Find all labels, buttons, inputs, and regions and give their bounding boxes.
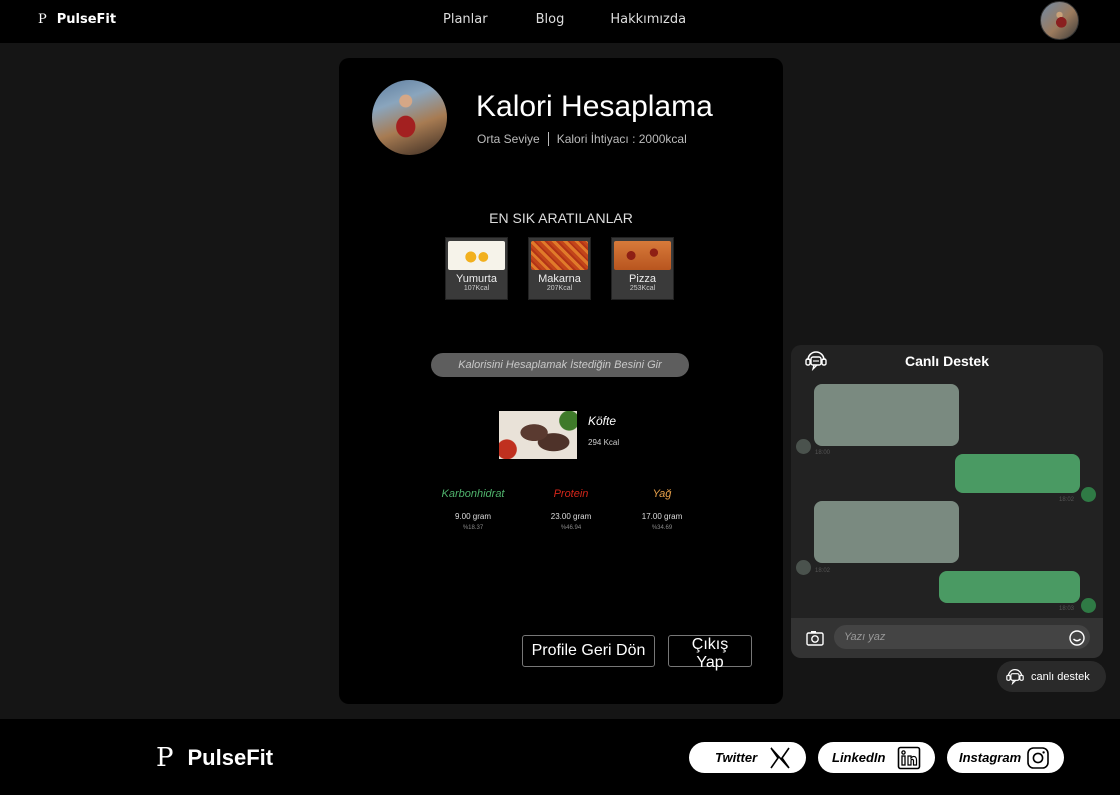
pizza-image	[614, 241, 671, 270]
food-kcal: 107Kcal	[463, 285, 490, 292]
result-food-image	[499, 411, 577, 459]
result-food-kcal: 294 Kcal	[588, 438, 620, 447]
message-time: 18:00	[815, 450, 831, 456]
pasta-image	[531, 241, 588, 270]
social-label: LinkedIn	[832, 750, 886, 765]
popular-food-makarna[interactable]: Makarna 207Kcal	[528, 237, 591, 300]
linkedin-icon	[897, 746, 921, 770]
x-logo-icon	[770, 747, 790, 769]
social-label: Twitter	[715, 750, 758, 765]
chat-message-incoming	[814, 501, 959, 563]
food-kcal: 253Kcal	[629, 285, 656, 292]
chat-input-bar	[791, 618, 1103, 658]
macro-value: 23.00 gram	[550, 512, 592, 521]
user-avatar-small	[1081, 487, 1096, 502]
social-label: Instagram	[959, 750, 1022, 765]
brand-logo: P	[38, 12, 47, 27]
chat-title: Canlı Destek	[904, 353, 990, 369]
chat-message-input[interactable]	[834, 625, 1090, 649]
top-navbar: P PulseFit Planlar Blog Hakkımızda	[0, 0, 1120, 43]
macro-name: Yağ	[652, 488, 672, 500]
popular-heading: EN SIK ARATILANLAR	[489, 210, 633, 226]
calorie-need-text: Kalori İhtiyacı : 2000kcal	[556, 132, 687, 146]
result-food-name: Köfte	[588, 414, 617, 428]
live-support-toggle-button[interactable]: canlı destek	[997, 661, 1106, 692]
main-nav: Planlar Blog Hakkımızda	[443, 12, 686, 27]
live-support-chat: Canlı Destek 18:00 18:02 18:02 18:03	[791, 345, 1103, 658]
calorie-card: Kalori Hesaplama Orta Seviye Kalori İhti…	[339, 58, 783, 704]
footer-brand[interactable]: P PulseFit	[156, 743, 273, 773]
agent-avatar	[796, 560, 811, 575]
logout-button[interactable]: Çıkış Yap	[668, 635, 752, 671]
profile-subtitle: Orta Seviye Kalori İhtiyacı : 2000kcal	[477, 132, 687, 146]
message-time: 18:03	[1059, 606, 1075, 612]
camera-icon[interactable]	[806, 630, 824, 646]
nav-link-hakkimizda[interactable]: Hakkımızda	[610, 12, 686, 27]
food-name: Yumurta	[456, 273, 497, 285]
macro-percent: %34.69	[651, 525, 673, 531]
macro-value: 9.00 gram	[454, 512, 492, 521]
macro-fat: Yağ 17.00 gram %34.69	[629, 488, 695, 531]
macro-carb: Karbonhidrat 9.00 gram %18.37	[431, 488, 515, 531]
back-to-profile-button[interactable]: Profile Geri Dön	[522, 635, 655, 667]
footer: P PulseFit Twitter LinkedIn Instagram	[0, 719, 1120, 795]
message-time: 18:02	[1059, 497, 1075, 503]
chat-message-outgoing	[939, 571, 1080, 603]
brand[interactable]: P PulseFit	[38, 12, 116, 27]
chat-message-incoming	[814, 384, 959, 446]
egg-image	[448, 241, 505, 270]
popular-food-yumurta[interactable]: Yumurta 107Kcal	[445, 237, 508, 300]
popular-food-pizza[interactable]: Pizza 253Kcal	[611, 237, 674, 300]
macro-protein: Protein 23.00 gram %46.94	[539, 488, 603, 531]
macro-name: Karbonhidrat	[441, 488, 505, 500]
message-time: 18:02	[815, 568, 831, 574]
nav-link-planlar[interactable]: Planlar	[443, 12, 488, 27]
popular-foods: Yumurta 107Kcal Makarna 207Kcal Pizza 25…	[445, 237, 674, 300]
food-search-input[interactable]	[431, 353, 689, 377]
subtitle-divider	[547, 132, 549, 146]
food-name: Makarna	[538, 273, 581, 285]
user-avatar-small	[1081, 598, 1096, 613]
footer-brand-name: PulseFit	[187, 745, 274, 770]
macro-percent: %46.94	[560, 525, 582, 531]
agent-avatar	[796, 439, 811, 454]
page-title: Kalori Hesaplama	[476, 90, 713, 123]
macro-name: Protein	[553, 488, 589, 500]
chat-header: Canlı Destek	[791, 345, 1103, 378]
food-name: Pizza	[629, 273, 656, 285]
food-kcal: 207Kcal	[546, 285, 573, 292]
instagram-icon	[1027, 747, 1049, 769]
profile-avatar	[372, 80, 447, 155]
macro-value: 17.00 gram	[641, 512, 683, 521]
chat-message-outgoing	[955, 454, 1080, 493]
twitter-link[interactable]: Twitter	[689, 742, 806, 773]
support-toggle-label: canlı destek	[1031, 670, 1090, 683]
level-text: Orta Seviye	[477, 132, 540, 146]
emoji-icon[interactable]	[1069, 630, 1085, 646]
linkedin-link[interactable]: LinkedIn	[818, 742, 935, 773]
macro-percent: %18.37	[462, 525, 484, 531]
user-avatar[interactable]	[1040, 1, 1079, 40]
footer-logo: P	[156, 743, 174, 773]
nav-link-blog[interactable]: Blog	[536, 12, 565, 27]
support-chat-icon	[1006, 668, 1024, 685]
instagram-link[interactable]: Instagram	[947, 742, 1064, 773]
brand-name: PulseFit	[56, 12, 117, 27]
